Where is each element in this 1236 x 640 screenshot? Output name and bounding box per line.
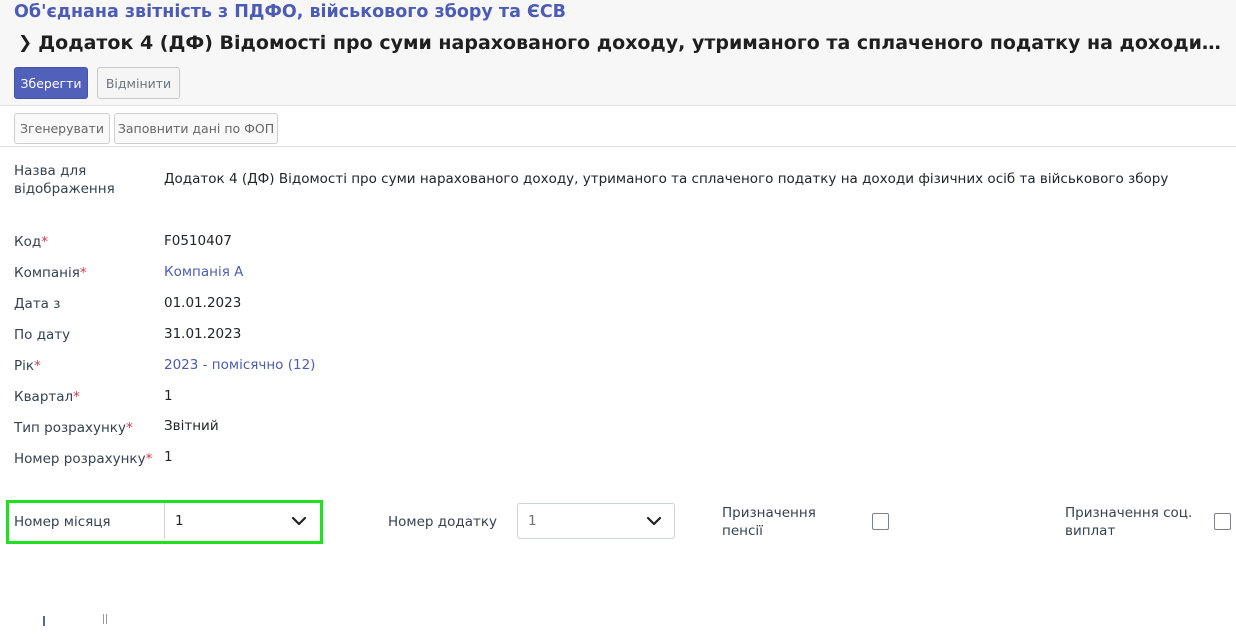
year-link[interactable]: 2023 - помісячно (12) — [164, 356, 315, 374]
year-label-text: Рік — [14, 358, 35, 374]
date-from-label: Дата з — [14, 296, 61, 312]
month-number-select[interactable]: 1 — [164, 503, 319, 539]
pension-label-line2: пенсії — [722, 523, 763, 539]
required-mark: * — [125, 420, 133, 436]
pension-label-line1: Призначення — [722, 505, 816, 521]
required-mark: * — [79, 265, 87, 281]
calc-type-label-text: Тип розрахунку — [14, 420, 126, 436]
chevron-down-icon — [291, 516, 307, 526]
save-button[interactable]: Зберегти — [14, 67, 88, 99]
notebook-tab-marker — [103, 614, 104, 624]
chevron-right-icon: ❯ — [18, 33, 33, 53]
control-panel: Об'єднана звітність з ПДФО, військового … — [0, 0, 1236, 106]
date-from-value[interactable]: 01.01.2023 — [164, 294, 241, 312]
calc-type-value[interactable]: Звітний — [164, 417, 219, 435]
page-title-text: Додаток 4 (ДФ) Відомості про суми нарахо… — [38, 32, 1226, 54]
month-number-label: Номер місяця — [14, 514, 111, 530]
notebook-tab-marker — [43, 616, 45, 626]
appendix-number-select[interactable]: 1 — [517, 503, 675, 539]
display-name-value[interactable]: Додаток 4 (ДФ) Відомості про суми нарахо… — [164, 170, 1168, 188]
year-label: Рік* — [14, 357, 41, 375]
company-label: Компанія* — [14, 264, 87, 282]
quarter-label: Квартал* — [14, 388, 80, 406]
required-mark: * — [145, 451, 153, 467]
required-mark: * — [73, 389, 80, 405]
pension-checkbox[interactable] — [872, 513, 889, 530]
display-name-label: Назва для відображення — [14, 162, 115, 198]
discard-button[interactable]: Відмінити — [97, 67, 180, 99]
company-link[interactable]: Компанія А — [164, 263, 243, 281]
calc-number-label-text: Номер розрахунку — [14, 451, 146, 467]
social-checkbox[interactable] — [1214, 513, 1231, 530]
required-mark: * — [34, 358, 41, 374]
quarter-value[interactable]: 1 — [164, 387, 173, 405]
appendix-number-label: Номер додатку — [388, 514, 497, 530]
date-to-label: По дату — [14, 327, 71, 343]
breadcrumb-parent-link[interactable]: Об'єднана звітність з ПДФО, військового … — [14, 2, 566, 22]
quarter-label-text: Квартал — [14, 389, 74, 405]
company-label-text: Компанія — [14, 265, 80, 281]
calc-number-value[interactable]: 1 — [164, 448, 173, 466]
form-statusbar: Згенерувати Заповнити дані по ФОП — [0, 107, 1236, 147]
social-label: Призначення соц. виплат — [1065, 504, 1192, 540]
page-title: ❯ Додаток 4 (ДФ) Відомості про суми нарах… — [18, 32, 1226, 54]
social-label-line1: Призначення соц. — [1065, 505, 1193, 521]
generate-button[interactable]: Згенерувати — [14, 113, 110, 144]
date-to-value[interactable]: 31.01.2023 — [164, 325, 241, 343]
required-mark: * — [41, 234, 48, 250]
chevron-down-icon — [646, 516, 662, 526]
pension-label: Призначення пенсії — [722, 504, 816, 540]
code-label: Код* — [14, 233, 48, 251]
display-name-label-line2: відображення — [14, 181, 115, 197]
display-name-label-line1: Назва для — [14, 163, 87, 179]
calc-type-label: Тип розрахунку* — [14, 419, 133, 437]
month-number-value: 1 — [175, 513, 184, 529]
code-value[interactable]: F0510407 — [164, 232, 232, 250]
social-label-line2: виплат — [1065, 523, 1116, 539]
appendix-number-value: 1 — [528, 513, 537, 529]
code-label-text: Код — [14, 234, 42, 250]
calc-number-label: Номер розрахунку* — [14, 450, 152, 468]
fill-fop-button[interactable]: Заповнити дані по ФОП — [114, 113, 278, 144]
